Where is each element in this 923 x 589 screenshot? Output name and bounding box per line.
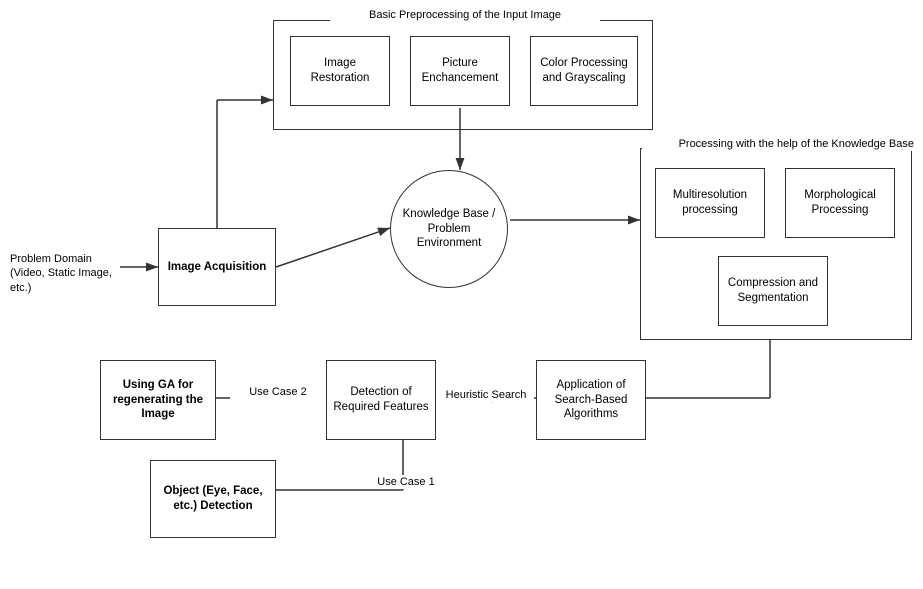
use-case-1-label: Use Case 1 xyxy=(366,475,446,489)
image-acquisition-box: Image Acquisition xyxy=(158,228,276,306)
diagram: Basic Preprocessing of the Input Image I… xyxy=(0,0,923,589)
processing-label: Processing with the help of the Knowledg… xyxy=(642,137,914,151)
detection-required-box: Detection of Required Features xyxy=(326,360,436,440)
object-detection-box: Object (Eye, Face, etc.) Detection xyxy=(150,460,276,538)
use-case-2-label: Use Case 2 xyxy=(230,385,326,399)
image-restoration-box: Image Restoration xyxy=(290,36,390,106)
color-processing-box: Color Processing and Grayscaling xyxy=(530,36,638,106)
problem-domain-label: Problem Domain (Video, Static Image, etc… xyxy=(10,252,118,295)
morphological-box: Morphological Processing xyxy=(785,168,895,238)
multiresolution-box: Multiresolution processing xyxy=(655,168,765,238)
heuristic-search-label: Heuristic Search xyxy=(438,388,534,402)
picture-enhancement-box: Picture Enchancement xyxy=(410,36,510,106)
compression-box: Compression and Segmentation xyxy=(718,256,828,326)
application-search-box: Application of Search-Based Algorithms xyxy=(536,360,646,440)
preprocessing-label: Basic Preprocessing of the Input Image xyxy=(330,8,600,22)
knowledge-base-circle: Knowledge Base / Problem Environment xyxy=(390,170,508,288)
using-ga-box: Using GA for regenerating the Image xyxy=(100,360,216,440)
